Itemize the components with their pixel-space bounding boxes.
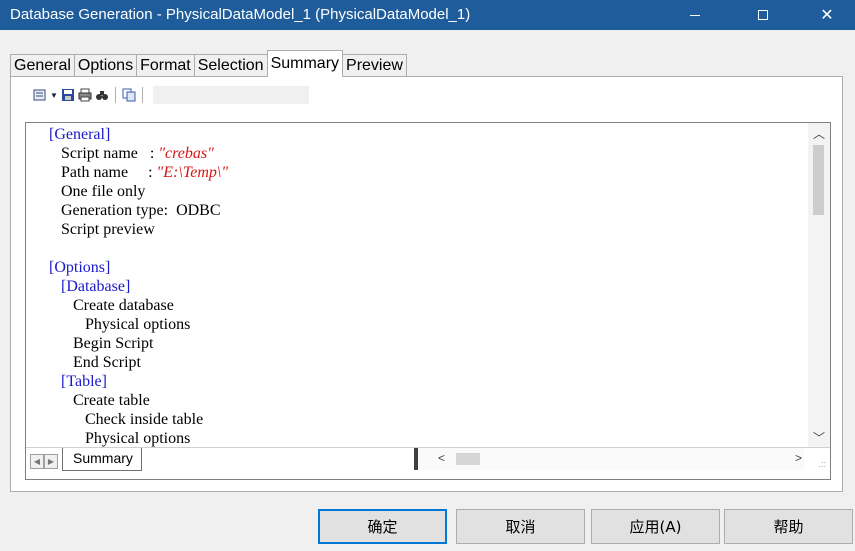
title-bar: Database Generation - PhysicalDataModel_… bbox=[0, 0, 855, 30]
summary-line: Script name : "crebas" bbox=[49, 144, 804, 163]
summary-line: [General] bbox=[49, 125, 804, 144]
option-text: Physical options bbox=[85, 316, 191, 333]
option-text: One file only bbox=[61, 183, 146, 200]
apply-button[interactable]: 应用(A) bbox=[591, 509, 720, 544]
help-button[interactable]: 帮助 bbox=[724, 509, 853, 544]
option-text: Generation type: ODBC bbox=[61, 202, 221, 219]
tab-options[interactable]: Options bbox=[73, 54, 138, 77]
dialog-client: General Options Format Selection Summary… bbox=[0, 30, 855, 551]
toolbar-separator bbox=[142, 87, 143, 103]
option-text: Begin Script bbox=[73, 335, 154, 352]
window-title: Database Generation - PhysicalDataModel_… bbox=[10, 6, 471, 23]
section-header: [Options] bbox=[49, 259, 111, 276]
summary-panel: ▼ [General] Script name : "crebas" Path … bbox=[10, 76, 843, 492]
tab-general[interactable]: General bbox=[10, 54, 75, 77]
option-text: End Script bbox=[73, 354, 141, 371]
summary-content: [General] Script name : "crebas" Path na… bbox=[49, 125, 804, 448]
maximize-icon[interactable] bbox=[740, 0, 786, 30]
option-text: Create table bbox=[73, 392, 150, 409]
scroll-left-icon[interactable]: < bbox=[438, 451, 445, 465]
summary-line: [Options] bbox=[49, 258, 804, 277]
sheet-tab-summary[interactable]: Summary bbox=[62, 448, 142, 471]
find-icon[interactable] bbox=[95, 88, 109, 102]
summary-line: Begin Script bbox=[49, 334, 804, 353]
vertical-scrollbar[interactable]: ︿ ﹀ bbox=[808, 123, 830, 448]
option-value: "E:\Temp\" bbox=[156, 164, 229, 181]
sheet-tab-bar: ◀ ▶ Summary < > .:: bbox=[26, 447, 830, 479]
summary-line: [Database] bbox=[49, 277, 804, 296]
scroll-right-icon[interactable]: > bbox=[795, 451, 802, 465]
minimize-icon[interactable] bbox=[672, 0, 718, 30]
tab-selection[interactable]: Selection bbox=[193, 54, 268, 77]
toolbar-empty-area bbox=[153, 86, 309, 104]
option-text: Create database bbox=[73, 297, 174, 314]
close-icon[interactable]: ✕ bbox=[804, 0, 850, 30]
section-header: [Database] bbox=[61, 278, 131, 295]
copy-icon[interactable] bbox=[122, 88, 136, 102]
ok-button[interactable]: 确定 bbox=[318, 509, 447, 544]
option-value: "crebas" bbox=[158, 145, 214, 162]
horizontal-scrollbar[interactable]: < > bbox=[418, 448, 804, 470]
summary-toolbar: ▼ bbox=[33, 85, 309, 105]
option-text: Script preview bbox=[61, 221, 155, 238]
summary-line: Check inside table bbox=[49, 410, 804, 429]
summary-line: End Script bbox=[49, 353, 804, 372]
summary-line: [Table] bbox=[49, 372, 804, 391]
tab-strip: General Options Format Selection Summary… bbox=[10, 50, 407, 77]
summary-text-view[interactable]: [General] Script name : "crebas" Path na… bbox=[25, 122, 831, 480]
sheet-prev-icon[interactable]: ◀ bbox=[30, 454, 44, 469]
summary-line: Path name : "E:\Temp\" bbox=[49, 163, 804, 182]
tab-preview[interactable]: Preview bbox=[342, 54, 407, 77]
tab-format[interactable]: Format bbox=[136, 54, 195, 77]
scroll-down-icon[interactable]: ﹀ bbox=[808, 429, 830, 446]
horizontal-scroll-thumb[interactable] bbox=[456, 453, 480, 465]
dropdown-arrow-icon[interactable]: ▼ bbox=[50, 88, 58, 102]
print-icon[interactable] bbox=[78, 88, 92, 102]
summary-line bbox=[49, 239, 804, 258]
option-text: Path name : bbox=[61, 164, 157, 181]
section-header: [Table] bbox=[61, 373, 107, 390]
section-header: [General] bbox=[49, 126, 111, 143]
tab-summary[interactable]: Summary bbox=[266, 50, 344, 77]
option-text: Script name : bbox=[61, 145, 159, 162]
cancel-button[interactable]: 取消 bbox=[456, 509, 585, 544]
summary-line: Create table bbox=[49, 391, 804, 410]
summary-line: Create database bbox=[49, 296, 804, 315]
toolbar-separator bbox=[115, 87, 116, 103]
summary-line: Physical options bbox=[49, 315, 804, 334]
scroll-up-icon[interactable]: ︿ bbox=[808, 125, 830, 142]
report-view-icon[interactable] bbox=[33, 88, 47, 102]
summary-line: One file only bbox=[49, 182, 804, 201]
summary-line: Physical options bbox=[49, 429, 804, 448]
summary-line: Script preview bbox=[49, 220, 804, 239]
sheet-next-icon[interactable]: ▶ bbox=[44, 454, 58, 469]
resize-grip-icon[interactable]: .:: bbox=[818, 459, 826, 469]
vertical-scroll-thumb[interactable] bbox=[813, 145, 824, 215]
save-icon[interactable] bbox=[61, 88, 75, 102]
option-text: Physical options bbox=[85, 430, 191, 447]
summary-line: Generation type: ODBC bbox=[49, 201, 804, 220]
option-text: Check inside table bbox=[85, 411, 204, 428]
